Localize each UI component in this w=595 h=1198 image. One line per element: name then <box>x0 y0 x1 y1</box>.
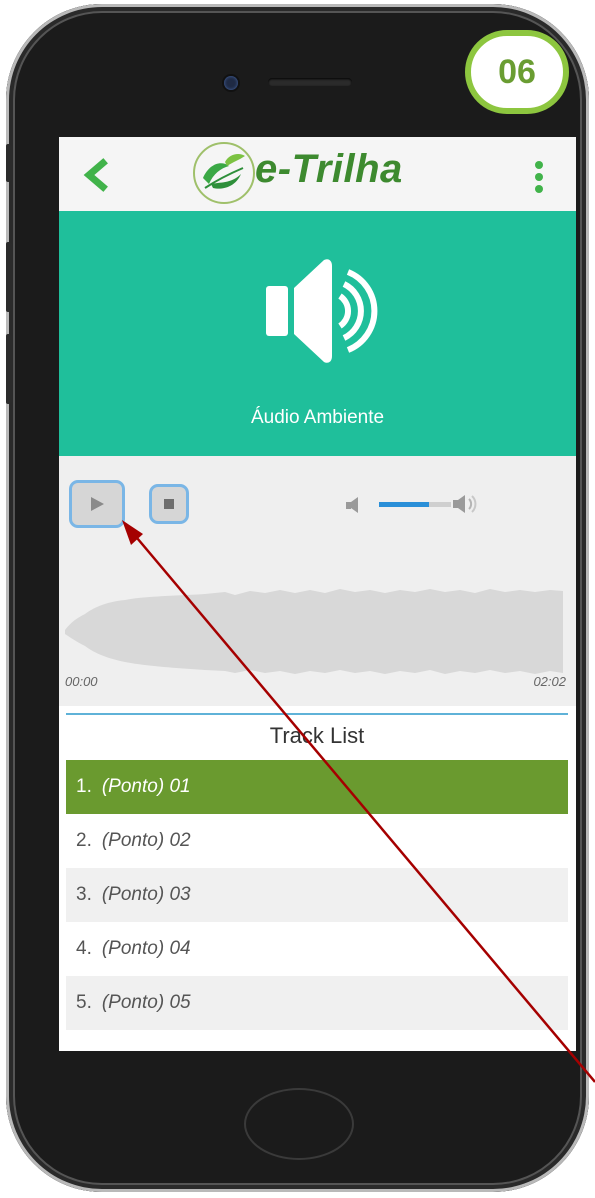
back-arrow-icon[interactable] <box>77 155 117 195</box>
track-name: (Ponto) 02 <box>101 830 191 851</box>
app-screen: e-Trilha Áudio Ambiente 00:00 02:02 Trac… <box>59 137 576 1051</box>
home-button[interactable] <box>244 1088 354 1160</box>
volume-slider[interactable] <box>379 502 451 507</box>
logo-text: e-Trilha <box>255 147 403 191</box>
logo-emblem <box>193 142 255 204</box>
app-bar: e-Trilha <box>59 137 576 211</box>
leaf-icon <box>203 154 245 189</box>
earpiece-speaker <box>268 78 352 86</box>
track-item-1[interactable]: 1. (Ponto) 01 <box>66 760 568 814</box>
volume-down-button <box>6 334 12 404</box>
track-item-2[interactable]: 2. (Ponto) 02 <box>66 814 568 868</box>
track-number: 5. <box>76 992 92 1013</box>
time-elapsed: 00:00 <box>65 674 98 689</box>
volume-slider-fill <box>379 502 430 507</box>
audio-banner: Áudio Ambiente <box>59 211 576 456</box>
overflow-menu-icon[interactable] <box>527 159 551 195</box>
track-number: 1. <box>76 776 92 797</box>
track-item-5[interactable]: 5. (Ponto) 05 <box>66 976 568 1030</box>
track-items: 1. (Ponto) 01 2. (Ponto) 02 3. (Ponto) 0… <box>66 760 568 1030</box>
front-camera <box>224 76 238 90</box>
stop-icon <box>164 499 174 509</box>
time-total: 02:02 <box>533 674 566 689</box>
volume-up-button <box>6 242 12 312</box>
banner-title: Áudio Ambiente <box>250 407 385 428</box>
stop-button[interactable] <box>149 484 189 524</box>
app-logo: e-Trilha <box>191 137 451 211</box>
audio-waveform[interactable] <box>65 578 563 682</box>
track-name: (Ponto) 01 <box>101 776 191 797</box>
audio-player: 00:00 02:02 <box>59 456 576 706</box>
track-number: 2. <box>76 830 92 851</box>
track-item-3[interactable]: 3. (Ponto) 03 <box>66 868 568 922</box>
volume-low-icon <box>346 497 358 513</box>
track-name: (Ponto) 05 <box>101 992 191 1013</box>
track-list-title: Track List <box>269 723 365 748</box>
track-item-4[interactable]: 4. (Ponto) 04 <box>66 922 568 976</box>
play-button[interactable] <box>69 480 125 528</box>
speaker-icon <box>266 259 378 363</box>
track-number: 4. <box>76 938 92 959</box>
divider <box>66 713 568 715</box>
track-name: (Ponto) 04 <box>101 938 191 959</box>
phone-frame: e-Trilha Áudio Ambiente 00:00 02:02 Trac… <box>6 4 589 1192</box>
play-icon <box>91 497 104 511</box>
volume-high-icon <box>453 495 477 513</box>
track-number: 3. <box>76 884 92 905</box>
step-badge: 06 <box>465 30 569 114</box>
track-name: (Ponto) 03 <box>101 884 191 905</box>
mute-switch <box>6 144 12 182</box>
